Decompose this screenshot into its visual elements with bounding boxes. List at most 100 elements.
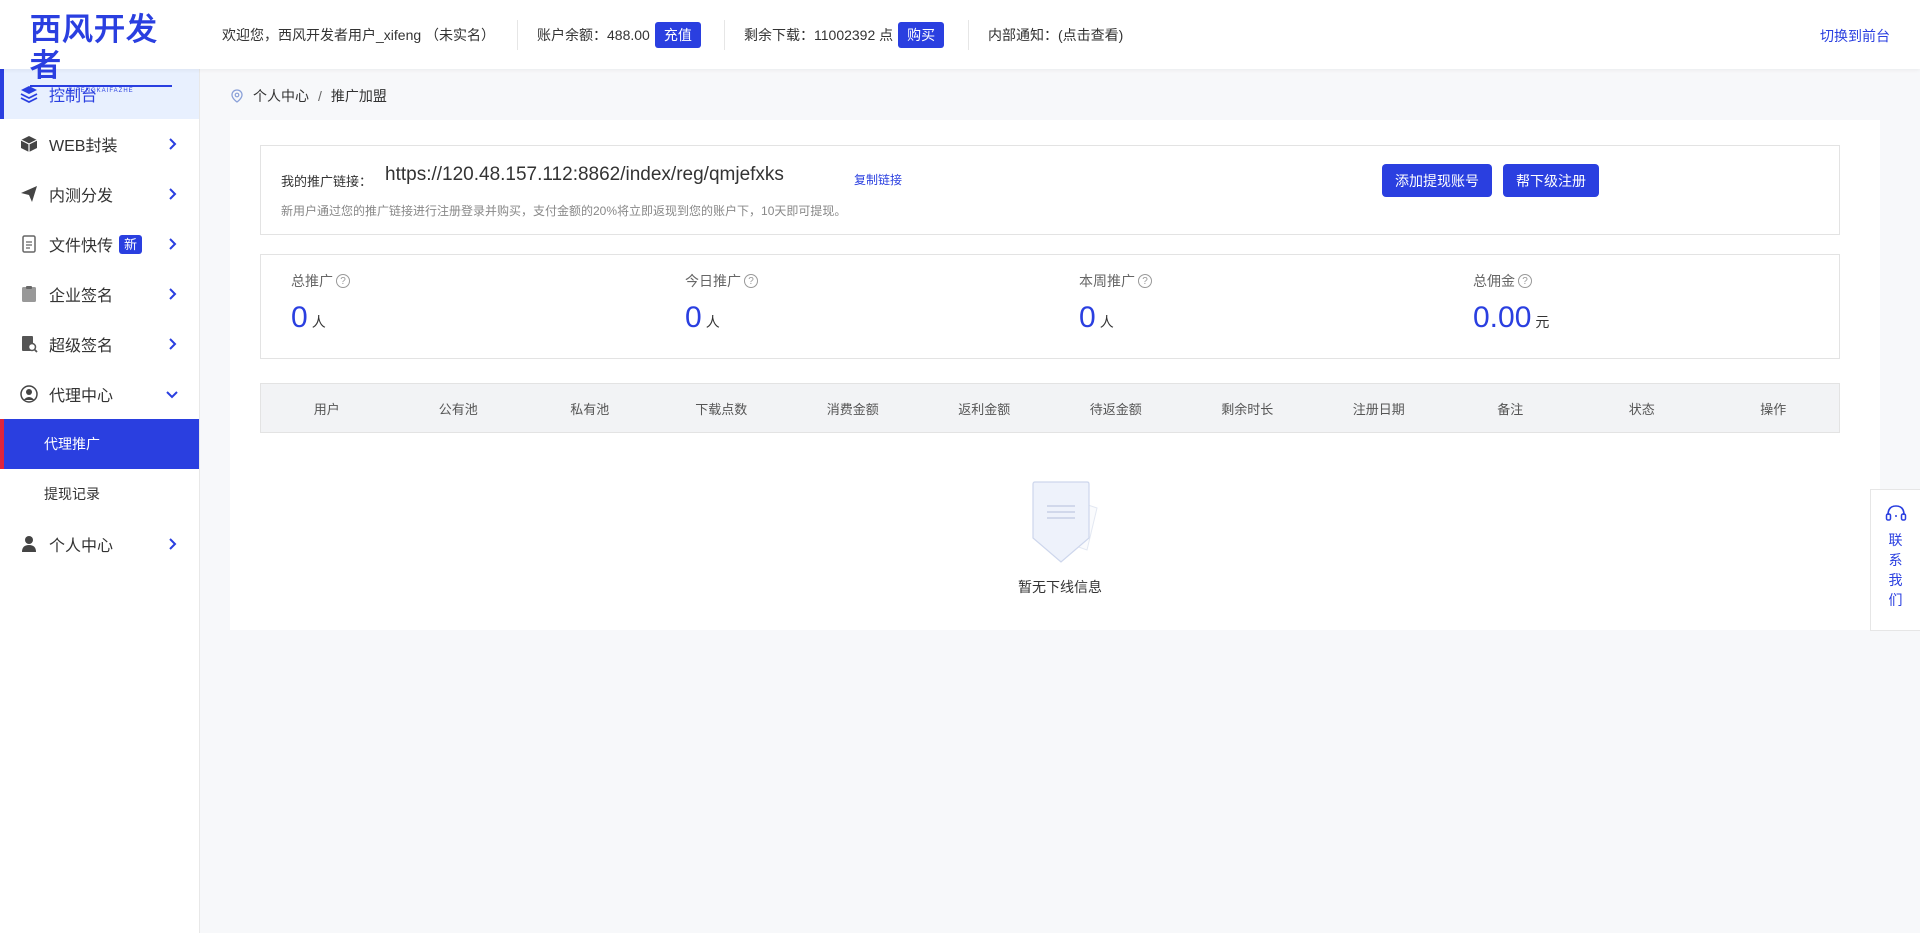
breadcrumb-separator: / [318,88,322,104]
document-search-icon [20,335,38,353]
stat-value: 0 [291,301,308,334]
promo-description: 新用户通过您的推广链接进行注册登录并购买，支付金额的20%将立即返现到您的账户下… [281,204,847,218]
sidebar-item-enterprise-sign[interactable]: 企业签名 [0,269,199,319]
paper-plane-icon [20,185,38,203]
breadcrumb: 个人中心 / 推广加盟 [230,86,387,106]
empty-state-text: 暂无下线信息 [1018,579,1102,595]
help-register-button[interactable]: 帮下级注册 [1503,164,1599,197]
sidebar-subitem-agent-promotion[interactable]: 代理推广 [0,419,199,469]
chevron-right-icon [169,188,177,200]
balance-label: 账户余额：488.00 [537,27,650,43]
agent-icon [20,385,38,403]
stat-label-row: 今日推广 ? [685,271,758,291]
stat-value: 0.00 [1473,301,1532,334]
stat-unit: 人 [1099,314,1114,330]
stat-value-row: 0人 [685,301,758,335]
headset-icon [1885,505,1906,521]
question-icon[interactable]: ? [1518,274,1532,288]
stat-value-row: 0人 [1079,301,1152,335]
header-divider [724,20,725,50]
buy-button[interactable]: 购买 [898,22,945,48]
stat-total-commission: 总佣金 ? 0.00 元 [1473,271,1549,335]
new-badge: 新 [119,234,143,254]
empty-document-icon [1032,481,1098,563]
header-divider [968,20,969,50]
sidebar-item-label: WEB封装 [49,138,118,155]
column-header: 操作 [1760,401,1787,417]
empty-state: 暂无下线信息 [1010,480,1110,597]
stat-value: 0 [1079,301,1096,334]
table-header: 用户 公有池 私有池 下载点数 消费金额 返利金额 待返金额 剩余时长 注册日期… [260,383,1840,433]
stat-unit: 元 [1535,314,1550,330]
stat-label-row: 本周推广 ? [1079,271,1152,291]
welcome-text: 欢迎您，西风开发者用户_xifeng （未实名） [222,22,495,48]
stat-unit: 人 [311,314,326,330]
contact-us-widget[interactable]: 联系我们 [1870,489,1920,631]
promotion-card: 我的推广链接： https://120.48.157.112:8862/inde… [230,120,1880,630]
chevron-right-icon [169,538,177,550]
balance-info: 账户余额：488.00 充值 [537,22,701,48]
user-icon [20,535,38,553]
sidebar-item-beta-distribution[interactable]: 内测分发 [0,169,199,219]
stat-week-promotion: 本周推广 ? 0人 [1079,271,1152,335]
clipboard-icon [20,285,38,303]
sidebar-subitem-withdraw-records[interactable]: 提现记录 [0,469,199,519]
sidebar: 控制台 WEB封装 内测分发 文件快传 新 企业签名 超级签名 代理中心 代理推… [0,69,200,933]
stat-label: 本周推广 [1079,273,1135,289]
question-icon[interactable]: ? [744,274,758,288]
question-icon[interactable]: ? [336,274,350,288]
chevron-down-icon [166,391,178,399]
chevron-right-icon [169,238,177,250]
stat-value: 0 [685,301,702,334]
sidebar-item-label: 文件快传 [49,238,114,255]
column-header: 用户 [313,401,340,417]
chevron-right-icon [169,138,177,150]
notice-link[interactable]: 内部通知：(点击查看) [988,22,1123,48]
sidebar-item-agent-center[interactable]: 代理中心 [0,369,199,419]
stat-label: 总佣金 [1473,273,1515,289]
file-transfer-icon [20,235,38,253]
stat-label: 今日推广 [685,273,741,289]
sidebar-item-personal-center[interactable]: 个人中心 [0,519,199,569]
sidebar-item-web-wrap[interactable]: WEB封装 [0,119,199,169]
logo-subtext: XIFENGKAIFAZHE [30,85,172,94]
cube-icon [20,135,38,153]
breadcrumb-item-current: 推广加盟 [330,88,387,104]
stat-value-row: 0.00 元 [1473,301,1549,335]
question-icon[interactable]: ? [1138,274,1152,288]
column-header: 注册日期 [1352,401,1405,417]
stat-total-promotion: 总推广 ? 0人 [291,271,350,335]
switch-frontend-link[interactable]: 切换到前台 [1820,26,1890,46]
stat-today-promotion: 今日推广 ? 0人 [685,271,758,335]
logo[interactable]: 西风开发者 XIFENGKAIFAZHE [30,12,175,94]
welcome-label: 欢迎您，西风开发者用户_xifeng （未实名） [222,27,496,43]
sidebar-item-file-transfer[interactable]: 文件快传 新 [0,219,199,269]
sidebar-item-label: 个人中心 [49,538,114,555]
chevron-right-icon [169,338,177,350]
sidebar-item-label: 内测分发 [49,188,114,205]
promo-link-box: 我的推广链接： https://120.48.157.112:8862/inde… [260,145,1840,235]
top-header: 西风开发者 XIFENGKAIFAZHE 欢迎您，西风开发者用户_xifeng … [0,0,1920,94]
column-header: 公有池 [438,401,478,417]
column-header: 备注 [1497,401,1524,417]
breadcrumb-item-personal-center[interactable]: 个人中心 [253,86,309,106]
recharge-button[interactable]: 充值 [654,22,701,48]
add-withdraw-account-button[interactable]: 添加提现账号 [1382,164,1492,197]
notice-label: 内部通知：(点击查看) [988,27,1124,43]
contact-us-label: 联系我们 [1888,532,1903,608]
logo-text: 西风开发者 [30,12,158,84]
column-header: 待返金额 [1089,401,1142,417]
sidebar-item-label: 超级签名 [49,338,114,355]
promo-link-url: https://120.48.157.112:8862/index/reg/qm… [385,164,784,185]
column-header: 消费金额 [826,401,879,417]
copy-link-button[interactable]: 复制链接 [854,171,902,188]
promo-link-label: 我的推广链接： [281,174,373,189]
stat-label: 总推广 [291,273,333,289]
downloads-label: 剩余下载：11002392 点 [744,27,894,43]
downloads-info: 剩余下载：11002392 点 购买 [744,22,945,48]
stat-label-row: 总推广 ? [291,271,350,291]
sidebar-item-label: 代理中心 [49,388,114,405]
stat-value-row: 0人 [291,301,350,335]
column-header: 状态 [1628,401,1655,417]
sidebar-item-super-sign[interactable]: 超级签名 [0,319,199,369]
